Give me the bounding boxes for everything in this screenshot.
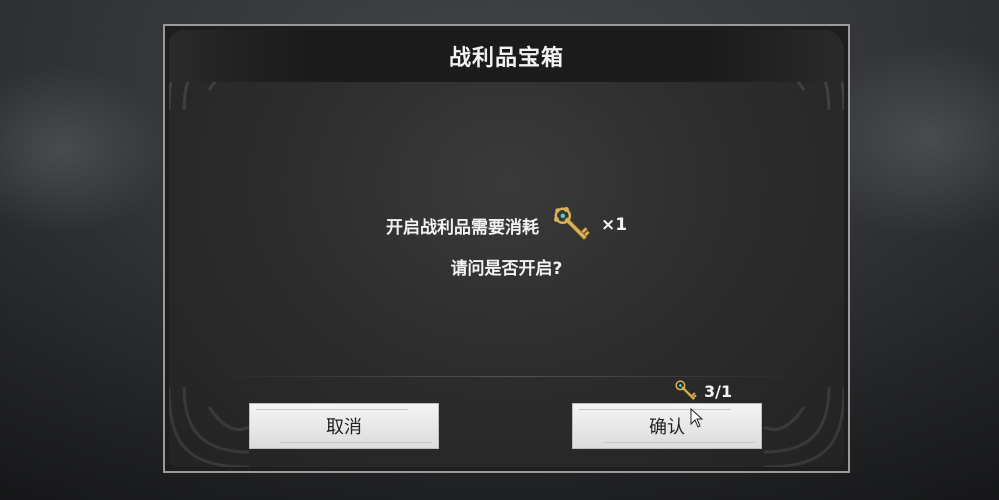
consume-message-text: 开启战利品需要消耗 [385, 217, 539, 238]
dialog-panel: 战利品宝箱 开启战利品需要消耗 ×1 请问是否开启? 3/1 取消 确认 [169, 30, 844, 467]
cancel-button[interactable]: 取消 [249, 403, 439, 449]
confirm-button[interactable]: 确认 [572, 403, 762, 449]
golden-key-icon [553, 206, 591, 241]
loot-chest-dialog: 战利品宝箱 开启战利品需要消耗 ×1 请问是否开启? 3/1 取消 确认 [163, 24, 850, 473]
key-cost-count: 3/1 [704, 381, 733, 401]
confirm-question: 请问是否开启? [450, 258, 563, 279]
mouse-cursor-icon [690, 408, 704, 428]
confirm-button-label: 确认 [649, 417, 685, 438]
dialog-title: 战利品宝箱 [448, 46, 564, 71]
dialog-title-bar: 战利品宝箱 [169, 30, 844, 82]
golden-key-icon [675, 380, 697, 401]
cancel-button-label: 取消 [326, 417, 362, 438]
consume-quantity: ×1 [600, 215, 628, 235]
key-cost-indicator: 3/1 [672, 376, 732, 406]
consume-message: 开启战利品需要消耗 ×1 [169, 205, 844, 245]
